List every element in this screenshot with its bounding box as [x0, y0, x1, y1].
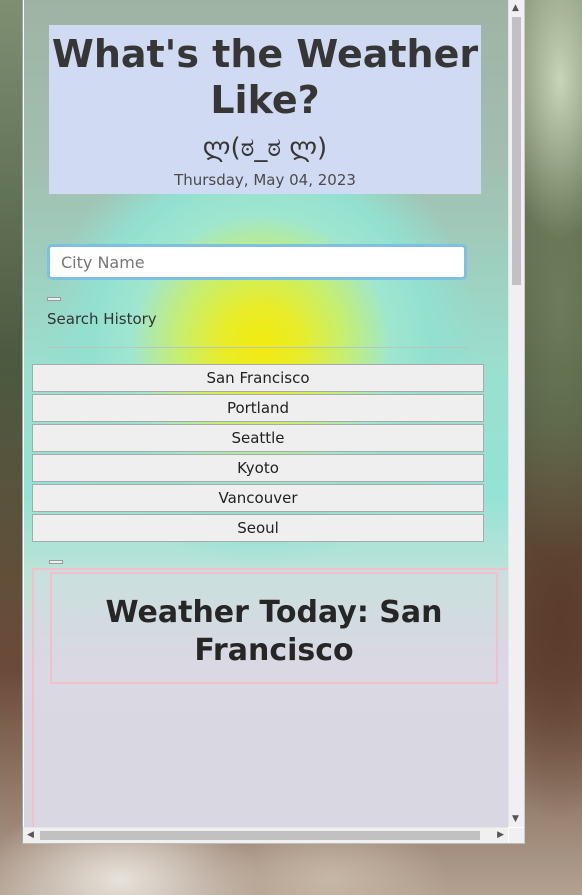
emoticon-text: ლ(ಠ_ಠ ლ): [202, 133, 328, 163]
today-weather-header: Weather Today: San Francisco: [50, 572, 498, 684]
horizontal-scrollbar[interactable]: ◀ ▶: [23, 827, 508, 843]
scroll-left-arrow-icon[interactable]: ◀: [27, 830, 34, 840]
search-button[interactable]: [47, 297, 61, 301]
today-weather-panel: Weather Today: San Francisco: [32, 568, 508, 827]
scroll-up-arrow-icon[interactable]: ▲: [512, 3, 519, 13]
history-item-vancouver[interactable]: Vancouver: [32, 484, 484, 512]
city-search-input[interactable]: [47, 244, 467, 280]
search-history-list: San Francisco Portland Seattle Kyoto Van…: [32, 364, 484, 544]
vertical-scroll-thumb[interactable]: [512, 17, 521, 285]
page-viewport: What's the Weather Like? ლ(ಠ_ಠ ლ) Thursd…: [24, 0, 508, 827]
search-history-label: Search History: [47, 310, 157, 328]
today-weather-title: Weather Today: San Francisco: [105, 595, 443, 668]
history-item-seattle[interactable]: Seattle: [32, 424, 484, 452]
clear-history-button[interactable]: [49, 560, 63, 564]
history-item-san-francisco[interactable]: San Francisco: [32, 364, 484, 392]
history-item-kyoto[interactable]: Kyoto: [32, 454, 484, 482]
horizontal-scroll-thumb[interactable]: [40, 831, 480, 840]
scroll-right-arrow-icon[interactable]: ▶: [497, 830, 504, 840]
history-item-portland[interactable]: Portland: [32, 394, 484, 422]
history-item-seoul[interactable]: Seoul: [32, 514, 484, 542]
vertical-scrollbar[interactable]: ▲ ▼: [508, 0, 524, 827]
scrollbar-corner: [509, 828, 524, 843]
page-title: What's the Weather Like?: [51, 32, 479, 122]
browser-window: What's the Weather Like? ლ(ಠ_ಠ ლ) Thursd…: [22, 0, 525, 844]
app-header: What's the Weather Like? ლ(ಠ_ಠ ლ) Thursd…: [49, 25, 481, 194]
current-date: Thursday, May 04, 2023: [174, 171, 356, 189]
history-divider: [47, 347, 469, 348]
scroll-down-arrow-icon[interactable]: ▼: [512, 814, 519, 824]
